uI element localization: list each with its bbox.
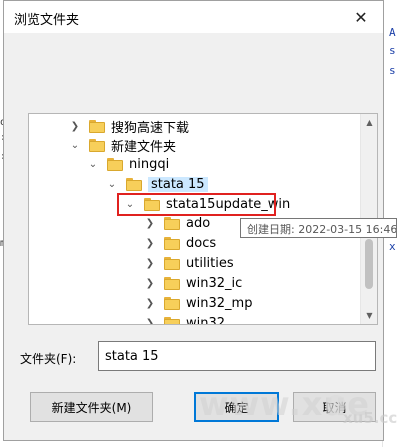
tree-item-label: utilities	[186, 255, 234, 271]
chevron-right-icon[interactable]: ❯	[144, 277, 156, 289]
chevron-right-icon[interactable]: ❯	[144, 317, 156, 325]
cancel-button[interactable]: 取消	[293, 392, 376, 422]
scroll-thumb[interactable]	[365, 239, 373, 289]
tree-item[interactable]: ❯ win32_...	[144, 313, 244, 325]
folder-icon	[144, 197, 160, 211]
folder-icon	[164, 296, 180, 310]
tree-item[interactable]: ❯ 搜狗高速下载	[69, 116, 189, 136]
background-text: A	[389, 26, 396, 39]
folder-field-label: 文件夹(F):	[20, 352, 77, 366]
tree-item[interactable]: ⌄ 新建文件夹	[69, 135, 176, 155]
folder-icon	[164, 316, 180, 324]
tree-item-label: win32_...	[186, 315, 244, 325]
tree-item[interactable]: ⌄ stata 15	[106, 174, 208, 194]
chevron-down-icon[interactable]: ⌄	[124, 198, 136, 210]
tree-item-selected[interactable]: ⌄ stata15update_win	[124, 194, 290, 214]
tree-item-label: ningqi	[129, 156, 170, 172]
folder-icon	[164, 256, 180, 270]
tree-item-label: win32_mp	[186, 295, 253, 311]
tree-item-label: docs	[186, 235, 217, 251]
scroll-down-icon[interactable]: ▼	[361, 307, 377, 324]
title-bar[interactable]: 浏览文件夹 ✕	[4, 1, 383, 33]
folder-icon	[164, 216, 180, 230]
tree-item-label: 搜狗高速下载	[111, 120, 190, 136]
chevron-right-icon[interactable]: ❯	[69, 120, 81, 132]
dialog-title: 浏览文件夹	[14, 13, 80, 28]
scroll-up-icon[interactable]: ▲	[361, 114, 377, 131]
new-folder-button[interactable]: 新建文件夹(M)	[30, 392, 153, 422]
folder-input[interactable]	[98, 341, 376, 371]
tree-item-label: ado	[186, 215, 211, 231]
folder-icon	[89, 138, 105, 152]
tree-item-label: stata 15	[148, 176, 208, 192]
tree-item[interactable]: ❯ win32_ic	[144, 273, 243, 293]
chevron-right-icon[interactable]: ❯	[144, 217, 156, 229]
background-text: s	[389, 44, 396, 57]
ok-button[interactable]: 确定	[194, 392, 279, 422]
chevron-right-icon[interactable]: ❯	[144, 297, 156, 309]
tree-item-label: 新建文件夹	[111, 139, 177, 155]
chevron-down-icon[interactable]: ⌄	[69, 139, 81, 151]
folder-icon	[164, 276, 180, 290]
tree-item[interactable]: ⌄ ningqi	[87, 154, 169, 174]
folder-icon	[89, 119, 105, 133]
chevron-down-icon[interactable]: ⌄	[106, 178, 118, 190]
chevron-right-icon[interactable]: ❯	[144, 237, 156, 249]
folder-icon	[164, 236, 180, 250]
close-icon: ✕	[354, 7, 368, 27]
background-text: x	[389, 240, 396, 253]
close-button[interactable]: ✕	[339, 1, 383, 33]
tree-item-label: win32_ic	[186, 275, 243, 291]
tree-item-label: stata15update_win	[166, 196, 291, 212]
tree-item[interactable]: ❯ ado	[144, 213, 210, 233]
folder-icon	[126, 177, 142, 191]
tree-item[interactable]: ❯ win32_mp	[144, 293, 253, 313]
tree-item[interactable]: ❯ utilities	[144, 253, 234, 273]
date-tooltip: 创建日期: 2022-03-15 16:46	[240, 218, 397, 238]
chevron-right-icon[interactable]: ❯	[144, 257, 156, 269]
folder-icon	[107, 157, 123, 171]
tree-item[interactable]: ❯ docs	[144, 233, 216, 253]
chevron-down-icon[interactable]: ⌄	[87, 158, 99, 170]
background-text: s	[389, 64, 396, 77]
